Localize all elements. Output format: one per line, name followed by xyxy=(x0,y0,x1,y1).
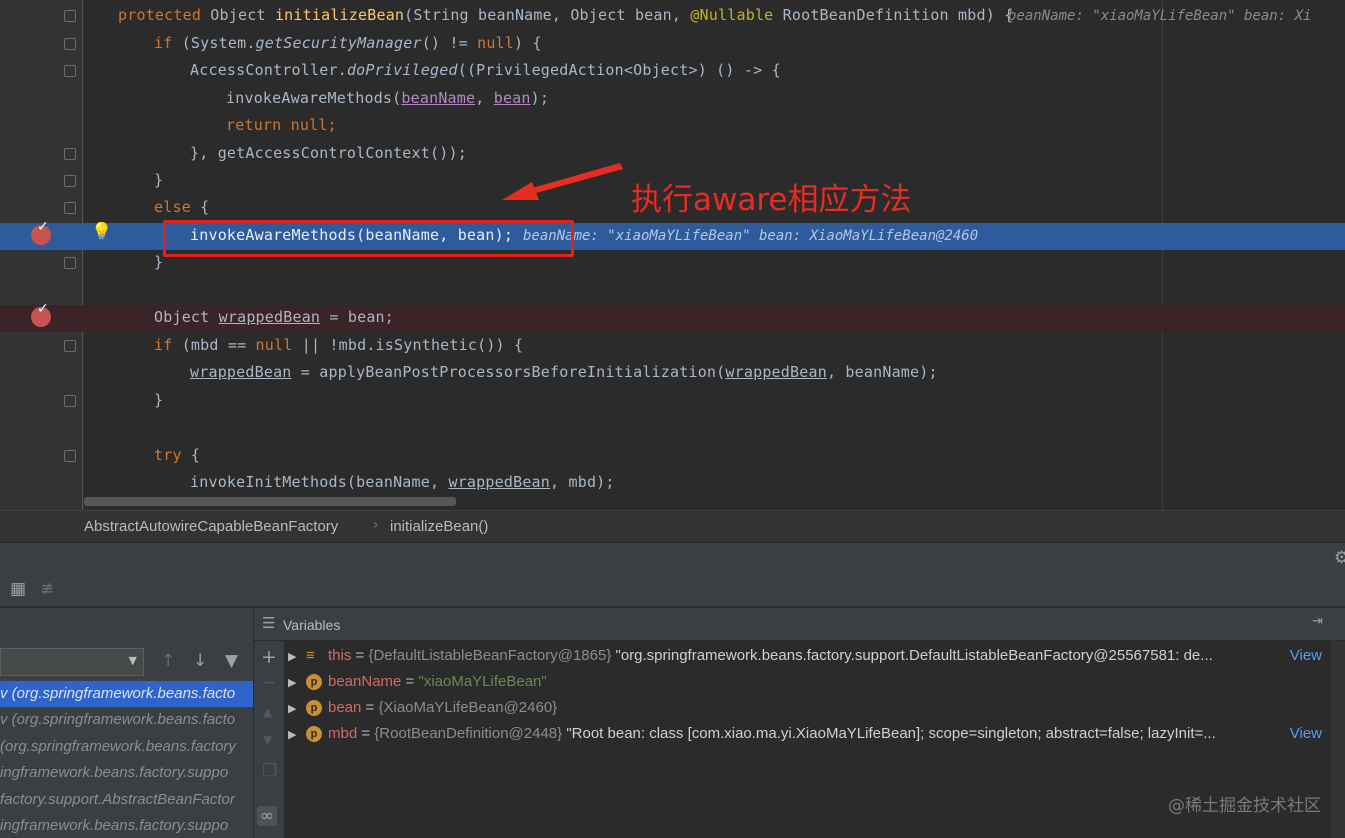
parameter-icon: p xyxy=(306,674,322,690)
annotation-arrow xyxy=(502,163,623,200)
list-icon: ☰ xyxy=(262,614,276,632)
variables-panel: ☰ Variables ⇥ + − ▲ ▼ ❐ ∞ ▶ ≡ this = {Defa… xyxy=(254,608,1345,838)
settings-list-icon[interactable]: ≢ xyxy=(40,579,54,599)
debug-toolbar: ▦ ≢ xyxy=(0,572,1345,607)
variables-header: ☰ Variables ⇥ xyxy=(254,608,1345,641)
calculator-icon[interactable]: ▦ xyxy=(10,579,26,599)
debug-panel-header: ⚙ xyxy=(0,542,1345,573)
code-line[interactable]: }, getAccessControlContext()); xyxy=(0,141,1345,168)
arrow-down-icon[interactable]: ↓ xyxy=(193,651,207,671)
stack-frame[interactable]: ingframework.beans.factory.suppo xyxy=(0,813,253,838)
parameter-icon: p xyxy=(306,726,322,742)
view-link[interactable]: View xyxy=(1290,721,1322,747)
fold-marker-icon[interactable] xyxy=(64,257,76,269)
expand-triangle-icon[interactable]: ▶ xyxy=(288,670,306,696)
horizontal-scrollbar[interactable] xyxy=(84,497,456,506)
code-line[interactable]: if (System.getSecurityManager() != null)… xyxy=(0,31,1345,58)
view-link[interactable]: View xyxy=(1290,643,1322,669)
field-icon: ≡ xyxy=(306,647,315,664)
breakpoint-line[interactable]: Object wrappedBean = bean; xyxy=(0,305,1345,332)
fold-marker-icon[interactable] xyxy=(64,395,76,407)
code-line[interactable]: try { xyxy=(0,443,1345,470)
variable-row[interactable]: ▶ p mbd = {RootBeanDefinition@2448} "Root … xyxy=(288,721,1338,747)
code-line[interactable]: invokeInitMethods(beanName, wrappedBean,… xyxy=(0,470,1345,497)
inline-debug-hint: beanName: "xiaoMaYLifeBean" bean: XiaoMa… xyxy=(523,228,979,244)
code-line[interactable]: } xyxy=(0,388,1345,415)
fold-marker-icon[interactable] xyxy=(64,450,76,462)
variable-row[interactable]: ▶ p bean = {XiaoMaYLifeBean@2460} xyxy=(288,695,1338,721)
glasses-icon[interactable]: ∞ xyxy=(257,806,278,826)
watermark: @稀土掘金技术社区 xyxy=(1168,796,1321,816)
inline-debug-hint: beanName: "xiaoMaYLifeBean" bean: Xi xyxy=(1008,8,1312,24)
fold-marker-icon[interactable] xyxy=(64,148,76,160)
fold-marker-icon[interactable] xyxy=(64,340,76,352)
fold-marker-icon[interactable] xyxy=(64,202,76,214)
fold-marker-icon[interactable] xyxy=(64,10,76,22)
copy-icon[interactable]: ❐ xyxy=(262,761,277,781)
chevron-right-icon: › xyxy=(373,517,379,533)
variables-title: Variables xyxy=(283,617,341,633)
breadcrumb-method[interactable]: initializeBean() xyxy=(390,518,488,535)
fold-marker-icon[interactable] xyxy=(64,38,76,50)
stack-frame[interactable]: v (org.springframework.beans.facto xyxy=(0,707,253,733)
restore-icon[interactable]: ⇥ xyxy=(1312,614,1323,629)
code-editor[interactable]: protected Object initializeBean(String b… xyxy=(0,0,1345,510)
add-watch-icon[interactable]: + xyxy=(261,646,277,668)
stack-frame[interactable]: ingframework.beans.factory.suppo xyxy=(0,760,253,786)
arrow-up-icon[interactable]: ↑ xyxy=(161,651,175,671)
expand-triangle-icon[interactable]: ▶ xyxy=(288,722,306,748)
breakpoint-icon[interactable] xyxy=(31,301,51,327)
gear-icon[interactable]: ⚙ xyxy=(1334,548,1345,568)
lightbulb-icon[interactable]: 💡 xyxy=(91,222,112,242)
remove-watch-icon[interactable]: − xyxy=(262,673,276,693)
stack-frame[interactable]: factory.support.AbstractBeanFactor xyxy=(0,787,253,813)
breakpoint-icon[interactable] xyxy=(31,219,51,245)
stack-frame[interactable]: v (org.springframework.beans.facto xyxy=(0,681,253,707)
filter-icon[interactable]: ▼ xyxy=(225,651,238,671)
code-line[interactable]: invokeAwareMethods(beanName, bean); xyxy=(0,86,1345,113)
annotation-label: 执行aware相应方法 xyxy=(631,182,912,218)
variable-row[interactable]: ▶ ≡ this = {DefaultListableBeanFactory@186… xyxy=(288,643,1338,669)
thread-selector[interactable] xyxy=(0,648,144,676)
code-line[interactable]: protected Object initializeBean(String b… xyxy=(0,3,1345,30)
code-line[interactable]: wrappedBean = applyBeanPostProcessorsBef… xyxy=(0,360,1345,387)
stack-frame[interactable]: (org.springframework.beans.factory xyxy=(0,734,253,760)
parameter-icon: p xyxy=(306,700,322,716)
expand-triangle-icon[interactable]: ▶ xyxy=(288,644,306,670)
breadcrumb-class[interactable]: AbstractAutowireCapableBeanFactory xyxy=(84,518,338,535)
variables-side-toolbar: + − ▲ ▼ ❐ ∞ xyxy=(254,641,284,838)
variable-row[interactable]: ▶ p beanName = "xiaoMaYLifeBean" xyxy=(288,669,1338,695)
frames-panel: ↑ ↓ ▼ v (org.springframework.beans.facto… xyxy=(0,608,254,838)
breadcrumb: AbstractAutowireCapableBeanFactory › ini… xyxy=(0,510,1345,543)
vertical-scrollbar[interactable] xyxy=(1331,641,1345,838)
code-line[interactable]: AccessController.doPrivileged((Privilege… xyxy=(0,58,1345,85)
fold-marker-icon[interactable] xyxy=(64,175,76,187)
code-line[interactable]: if (mbd == null || !mbd.isSynthetic()) { xyxy=(0,333,1345,360)
fold-marker-icon[interactable] xyxy=(64,65,76,77)
move-up-icon[interactable]: ▲ xyxy=(263,705,272,719)
move-down-icon[interactable]: ▼ xyxy=(263,733,272,747)
expand-triangle-icon[interactable]: ▶ xyxy=(288,696,306,722)
code-line[interactable]: return null; xyxy=(0,113,1345,140)
highlight-box xyxy=(163,220,574,257)
